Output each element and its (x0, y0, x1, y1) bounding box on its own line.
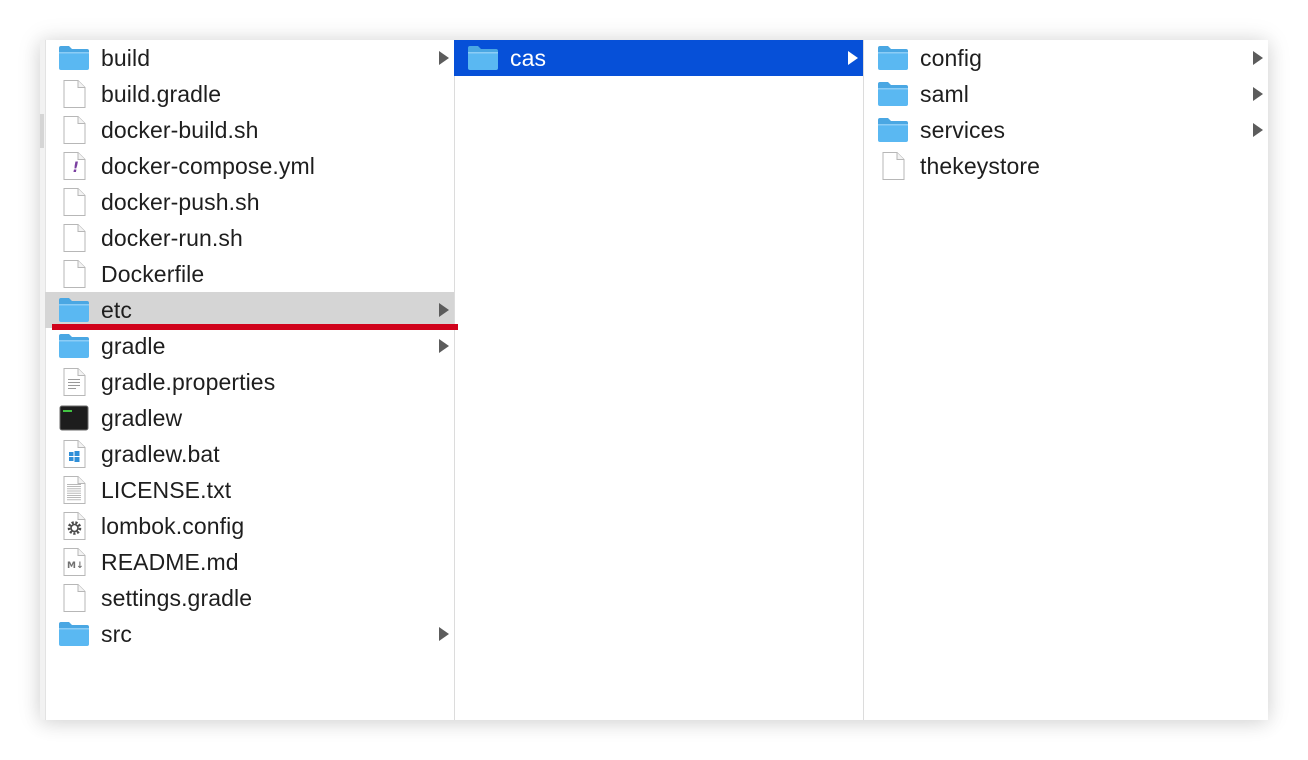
folder-item-config[interactable]: config (864, 40, 1268, 76)
item-name: gradlew (101, 404, 183, 431)
item-name: build (101, 44, 151, 71)
column-etc[interactable]: cas (454, 40, 864, 720)
file-item-readme-md[interactable]: M↓ README.md (45, 544, 454, 580)
item-name: gradlew.bat (101, 440, 220, 467)
terminal-executable-icon (57, 403, 91, 433)
document-icon (57, 79, 91, 109)
disclosure-arrow-icon (439, 339, 449, 353)
document-icon (876, 151, 910, 181)
file-item-thekeystore[interactable]: thekeystore (864, 148, 1268, 184)
item-name: lombok.config (101, 512, 245, 539)
document-icon (57, 115, 91, 145)
folder-icon (57, 331, 91, 361)
disclosure-arrow-icon (439, 627, 449, 641)
folder-icon (57, 295, 91, 325)
file-item-gradle-properties[interactable]: gradle.properties (45, 364, 454, 400)
file-item-gradlew-bat[interactable]: gradlew.bat (45, 436, 454, 472)
document-icon (57, 223, 91, 253)
item-name: services (920, 116, 1006, 143)
disclosure-arrow-icon (848, 51, 858, 65)
file-item-build-gradle[interactable]: build.gradle (45, 76, 454, 112)
folder-icon (57, 43, 91, 73)
annotation-underline (52, 324, 458, 330)
disclosure-arrow-icon (1253, 87, 1263, 101)
file-item-settings-gradle[interactable]: settings.gradle (45, 580, 454, 616)
folder-item-build[interactable]: build (45, 40, 454, 76)
item-name: saml (920, 80, 969, 107)
file-item-docker-run-sh[interactable]: docker-run.sh (45, 220, 454, 256)
text-file-icon (57, 367, 91, 397)
column-cas[interactable]: config saml services thekeystore (864, 40, 1268, 720)
item-name: LICENSE.txt (101, 476, 232, 503)
windows-batch-file-icon (57, 439, 91, 469)
disclosure-arrow-icon (439, 51, 449, 65)
item-name: config (920, 44, 982, 71)
item-name: gradle (101, 332, 166, 359)
folder-icon (466, 43, 500, 73)
item-name: README.md (101, 548, 239, 575)
disclosure-arrow-icon (439, 303, 449, 317)
svg-text:M↓: M↓ (67, 561, 84, 571)
item-name: etc (101, 296, 132, 323)
folder-item-gradle[interactable]: gradle (45, 328, 454, 364)
svg-text:!: ! (73, 160, 79, 176)
folder-item-saml[interactable]: saml (864, 76, 1268, 112)
markdown-file-icon: M↓ (57, 547, 91, 577)
document-icon (57, 187, 91, 217)
item-name: docker-build.sh (101, 116, 259, 143)
item-name: cas (510, 44, 547, 71)
item-name: gradle.properties (101, 368, 276, 395)
folder-icon (876, 79, 910, 109)
edge-knob (40, 114, 44, 148)
folder-item-cas[interactable]: cas (454, 40, 863, 76)
item-name: thekeystore (920, 152, 1040, 179)
yaml-file-icon: ! (57, 151, 91, 181)
disclosure-arrow-icon (1253, 123, 1263, 137)
text-document-icon (57, 475, 91, 505)
config-gear-file-icon (57, 511, 91, 541)
item-name: build.gradle (101, 80, 222, 107)
item-name: settings.gradle (101, 584, 253, 611)
folder-icon (57, 619, 91, 649)
item-name: docker-run.sh (101, 224, 243, 251)
disclosure-arrow-icon (1253, 51, 1263, 65)
column-project-root[interactable]: build build.gradle docker-build.sh! docker-… (45, 40, 455, 720)
item-name: Dockerfile (101, 260, 205, 287)
folder-item-src[interactable]: src (45, 616, 454, 652)
folder-item-services[interactable]: services (864, 112, 1268, 148)
item-name: src (101, 620, 132, 647)
item-name: docker-compose.yml (101, 152, 315, 179)
document-icon (57, 259, 91, 289)
file-item-dockerfile[interactable]: Dockerfile (45, 256, 454, 292)
file-item-license-txt[interactable]: LICENSE.txt (45, 472, 454, 508)
folder-icon (876, 115, 910, 145)
file-item-gradlew[interactable]: gradlew (45, 400, 454, 436)
finder-column-view: build build.gradle docker-build.sh! docker-… (40, 40, 1268, 720)
folder-item-etc[interactable]: etc (45, 292, 454, 328)
file-item-docker-push-sh[interactable]: docker-push.sh (45, 184, 454, 220)
file-item-docker-compose-yml[interactable]: ! docker-compose.yml (45, 148, 454, 184)
folder-icon (876, 43, 910, 73)
document-icon (57, 583, 91, 613)
file-item-docker-build-sh[interactable]: docker-build.sh (45, 112, 454, 148)
file-item-lombok-config[interactable]: lombok.config (45, 508, 454, 544)
item-name: docker-push.sh (101, 188, 260, 215)
